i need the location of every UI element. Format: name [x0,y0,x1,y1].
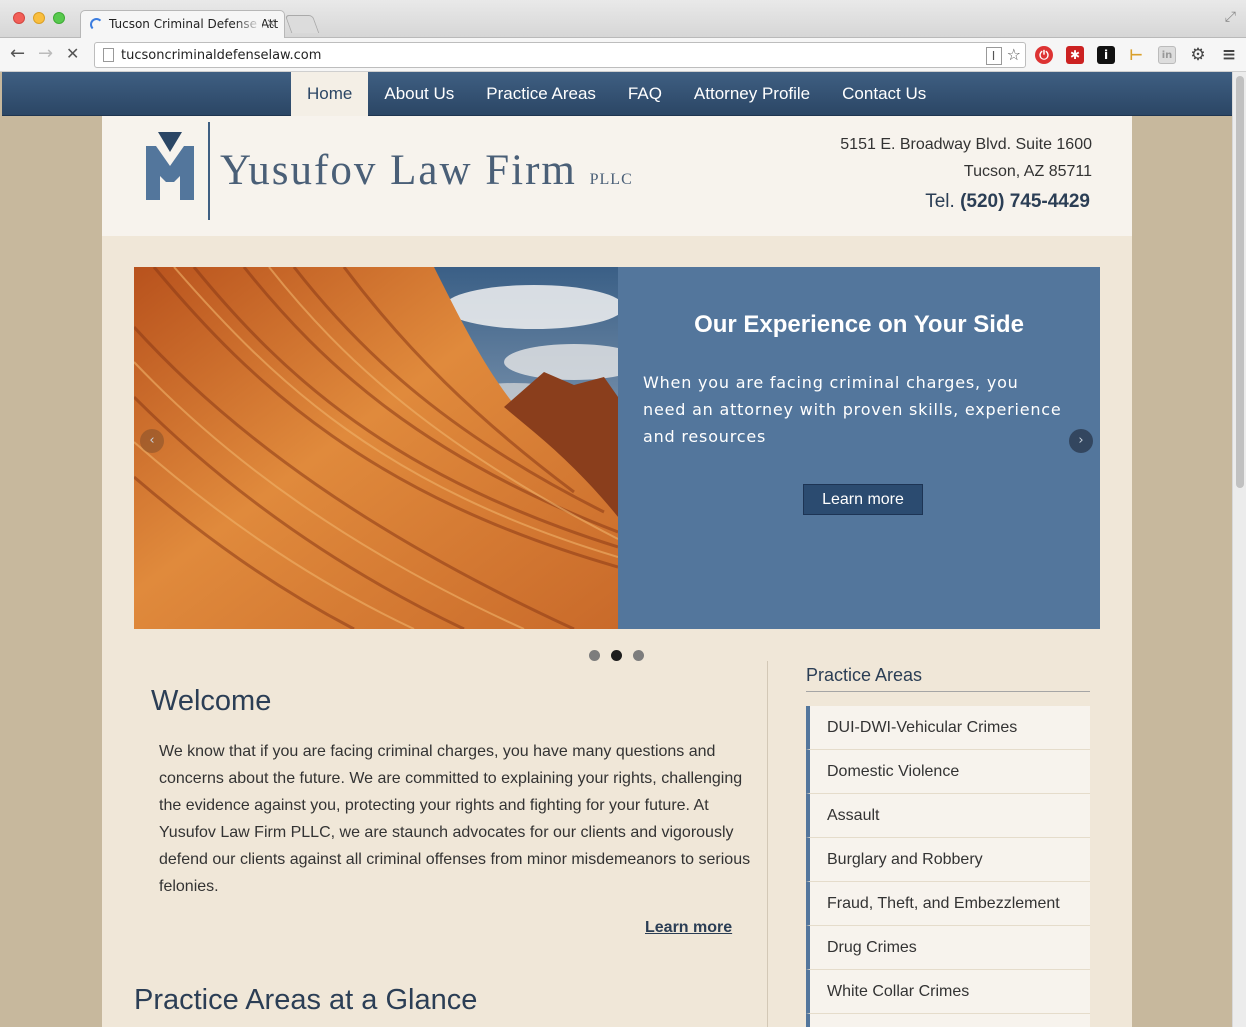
reader-icon[interactable]: I [985,47,1002,65]
practice-areas-list: DUI-DWI-Vehicular Crimes Domestic Violen… [806,706,1090,1027]
browser-toolbar: ← → ✕ tucsoncriminaldefenselaw.com I ☆ ⏻… [0,38,1246,72]
sidebar-item-drug-crimes[interactable]: Drug Crimes [806,926,1090,970]
nav-about-us[interactable]: About Us [368,72,470,116]
sidebar-item-burglary[interactable]: Burglary and Robbery [806,838,1090,882]
slider-dot-2[interactable] [611,650,622,661]
hero-slider: Our Experience on Your Side When you are… [134,267,1100,629]
address-bar[interactable]: tucsoncriminaldefenselaw.com I ☆ [94,42,1026,68]
telephone: Tel. (520) 745-4429 [925,191,1090,213]
chevron-left-icon[interactable]: ‹ [140,429,164,453]
slide-text: When you are facing criminal charges, yo… [643,373,1062,446]
firm-name-text: Yusufov Law Firm [220,147,577,194]
nav-practice-areas[interactable]: Practice Areas [470,72,612,116]
address-line-2: Tucson, AZ 85711 [963,163,1092,180]
column-divider [767,661,768,1027]
nav-contact-us[interactable]: Contact Us [826,72,942,116]
fullscreen-icon[interactable]: ⤢ [1225,9,1236,25]
linkedin-extension-icon[interactable]: in [1158,46,1176,64]
sidebar-item-partial[interactable] [806,1014,1090,1027]
bookmark-star-icon[interactable]: ☆ [1007,45,1021,64]
scrollbar-thumb[interactable] [1236,76,1244,488]
slide-caption-panel: Our Experience on Your Side When you are… [618,267,1100,629]
info-extension-icon[interactable]: i [1097,46,1115,64]
url-text: tucsoncriminaldefenselaw.com [121,48,322,63]
forward-icon[interactable]: → [38,44,53,64]
nav-faq[interactable]: FAQ [612,72,678,116]
adblock-extension-icon[interactable]: ⏻ [1035,46,1053,64]
slider-dot-3[interactable] [633,650,644,661]
zoom-window-button[interactable] [53,12,65,24]
slide-learn-more-button[interactable]: Learn more [803,484,923,515]
stop-loading-icon[interactable]: ✕ [66,44,79,64]
browser-tab[interactable]: Tucson Criminal Defense Att × [80,10,285,39]
firm-name[interactable]: Yusufov Law Firm PLLC [220,146,633,195]
settings-gear-icon[interactable]: ⚙ [1189,46,1207,64]
sidebar-item-dui[interactable]: DUI-DWI-Vehicular Crimes [806,706,1090,750]
loading-spinner-icon [90,18,103,31]
back-icon[interactable]: ← [10,44,25,64]
practice-glance-heading: Practice Areas at a Glance [134,984,478,1016]
sidebar-item-assault[interactable]: Assault [806,794,1090,838]
logo-divider [208,122,210,220]
sidebar-item-fraud[interactable]: Fraud, Theft, and Embezzlement [806,882,1090,926]
ruler-extension-icon[interactable]: ⊢ [1127,46,1145,64]
nav-attorney-profile[interactable]: Attorney Profile [678,72,826,116]
chevron-right-icon[interactable]: › [1069,429,1093,453]
firm-logo-icon[interactable] [144,130,196,202]
slide-title: Our Experience on Your Side [694,311,1024,338]
sidebar-item-domestic-violence[interactable]: Domestic Violence [806,750,1090,794]
nav-home[interactable]: Home [291,72,369,116]
welcome-heading: Welcome [151,685,272,717]
menu-icon[interactable]: ≡ [1220,46,1238,64]
close-window-button[interactable] [13,12,25,24]
tel-number[interactable]: (520) 745-4429 [960,191,1090,212]
lastpass-extension-icon[interactable]: ✱ [1066,46,1084,64]
welcome-paragraph: We know that if you are facing criminal … [159,743,751,895]
site-header: Yusufov Law Firm PLLC 5151 E. Broadway B… [102,116,1132,236]
site-navigation: Home About Us Practice Areas FAQ Attorne… [2,72,1232,116]
page-scrollbar[interactable] [1232,72,1246,1027]
page-content: Yusufov Law Firm PLLC 5151 E. Broadway B… [102,116,1132,1027]
tab-close-icon[interactable]: × [266,16,276,30]
sidebar-item-white-collar[interactable]: White Collar Crimes [806,970,1090,1014]
browser-titlebar: Tucson Criminal Defense Att × ⤢ [0,0,1246,39]
minimize-window-button[interactable] [33,12,45,24]
slider-dot-1[interactable] [589,650,600,661]
sandstone-wave-image [134,267,618,629]
address-line-1: 5151 E. Broadway Blvd. Suite 1600 [840,136,1092,153]
new-tab-button[interactable] [284,15,320,33]
page-icon [103,48,114,62]
sidebar-heading: Practice Areas [806,665,1090,692]
welcome-learn-more-link[interactable]: Learn more [645,919,732,937]
tel-label: Tel. [925,191,955,212]
slider-pagination [589,650,644,661]
slide-image [134,267,618,629]
firm-suffix: PLLC [589,171,633,188]
